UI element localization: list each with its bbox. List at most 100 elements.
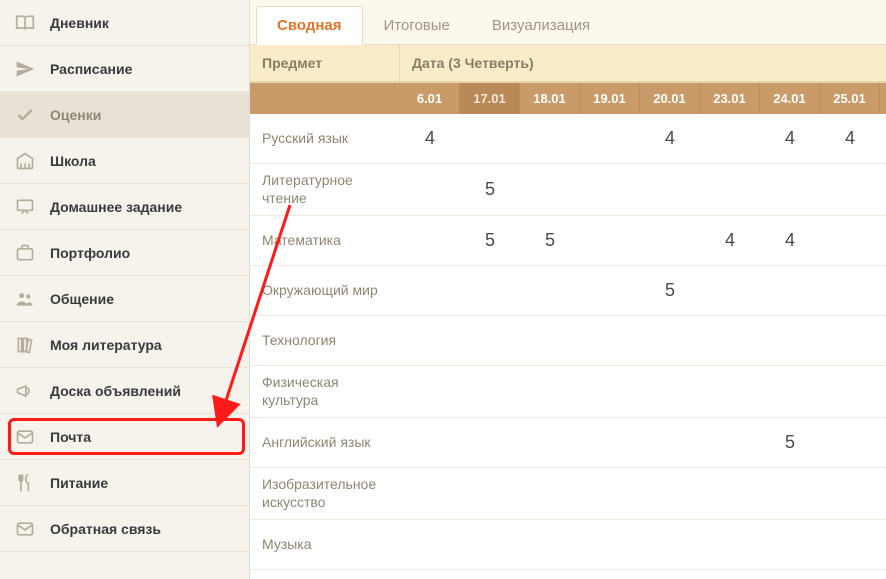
grade-cell[interactable]: [760, 537, 820, 553]
date-header-cell[interactable]: 19.01: [580, 83, 640, 114]
sidebar-item-10[interactable]: Питание: [0, 460, 249, 506]
sidebar-item-3[interactable]: Школа: [0, 138, 249, 184]
sidebar-item-9[interactable]: Почта: [0, 414, 249, 460]
grade-cell[interactable]: [520, 486, 580, 502]
sidebar-item-0[interactable]: Дневник: [0, 0, 249, 46]
grade-cell[interactable]: [520, 131, 580, 147]
grade-cell[interactable]: [460, 131, 520, 147]
grade-cell[interactable]: [640, 384, 700, 400]
sidebar-item-2[interactable]: Оценки: [0, 92, 249, 138]
grade-cell[interactable]: [520, 384, 580, 400]
grade-cell[interactable]: [640, 333, 700, 349]
grade-cell[interactable]: [520, 333, 580, 349]
grade-cell[interactable]: [580, 384, 640, 400]
grade-cell[interactable]: [700, 486, 760, 502]
grade-cell[interactable]: [580, 131, 640, 147]
grade-cell[interactable]: [700, 182, 760, 198]
sidebar-item-11[interactable]: Обратная связь: [0, 506, 249, 552]
sidebar-item-1[interactable]: Расписание: [0, 46, 249, 92]
grade-cell[interactable]: 5: [460, 222, 520, 259]
grade-cell[interactable]: [580, 283, 640, 299]
grade-cell[interactable]: [580, 182, 640, 198]
grade-cell[interactable]: [700, 131, 760, 147]
grade-cell[interactable]: [520, 283, 580, 299]
grade-cell[interactable]: 4: [820, 120, 880, 157]
date-header-cell[interactable]: 20.01: [640, 83, 700, 114]
grade-cell[interactable]: 4: [400, 120, 460, 157]
grade-cell[interactable]: [640, 233, 700, 249]
grade-cell[interactable]: [760, 384, 820, 400]
grade-cell[interactable]: [820, 233, 880, 249]
grade-cell[interactable]: [400, 182, 460, 198]
sidebar-item-label: Дневник: [50, 15, 109, 31]
grade-cell[interactable]: [460, 537, 520, 553]
grade-cell[interactable]: [460, 435, 520, 451]
cutlery-icon: [14, 472, 36, 494]
grade-cell[interactable]: [400, 537, 460, 553]
grade-cell[interactable]: [400, 333, 460, 349]
grade-cell[interactable]: 5: [460, 171, 520, 208]
grade-cell[interactable]: [820, 435, 880, 451]
sidebar-item-label: Расписание: [50, 61, 132, 77]
grade-cell[interactable]: [640, 182, 700, 198]
grade-cell[interactable]: [520, 182, 580, 198]
grade-cell[interactable]: [460, 283, 520, 299]
grade-cell[interactable]: [760, 333, 820, 349]
grade-cell[interactable]: [520, 537, 580, 553]
grade-cell[interactable]: 4: [760, 120, 820, 157]
grade-cell[interactable]: [820, 182, 880, 198]
sidebar-item-8[interactable]: Доска объявлений: [0, 368, 249, 414]
grade-cell[interactable]: [820, 384, 880, 400]
grade-cell[interactable]: 4: [760, 222, 820, 259]
grade-cell[interactable]: [580, 233, 640, 249]
tab-1[interactable]: Итоговые: [363, 6, 471, 44]
grade-cell[interactable]: [820, 283, 880, 299]
sidebar-item-label: Питание: [50, 475, 108, 491]
grade-cell[interactable]: [760, 182, 820, 198]
grade-cell[interactable]: [700, 333, 760, 349]
sidebar-item-6[interactable]: Общение: [0, 276, 249, 322]
sidebar-item-7[interactable]: Моя литература: [0, 322, 249, 368]
grade-cell[interactable]: [640, 537, 700, 553]
grade-cell[interactable]: [820, 333, 880, 349]
grade-cell[interactable]: [400, 435, 460, 451]
tab-0[interactable]: Сводная: [256, 6, 363, 45]
grade-cell[interactable]: [460, 333, 520, 349]
grade-cell[interactable]: [760, 486, 820, 502]
grade-cell[interactable]: [460, 486, 520, 502]
grade-cell[interactable]: [580, 486, 640, 502]
grade-cell[interactable]: [700, 384, 760, 400]
grade-cell[interactable]: [760, 283, 820, 299]
grade-cell[interactable]: 4: [640, 120, 700, 157]
date-header-cell[interactable]: 23.01: [700, 83, 760, 114]
grade-cell[interactable]: [400, 283, 460, 299]
grade-cell[interactable]: [400, 384, 460, 400]
grade-cell[interactable]: [640, 486, 700, 502]
date-header-cell[interactable]: 18.01: [520, 83, 580, 114]
date-header-cell[interactable]: 17.01: [460, 83, 520, 114]
grade-cell[interactable]: 5: [760, 424, 820, 461]
grade-cell[interactable]: [580, 435, 640, 451]
sidebar-item-5[interactable]: Портфолио: [0, 230, 249, 276]
grade-cell[interactable]: [580, 537, 640, 553]
grade-cell[interactable]: [400, 233, 460, 249]
grade-cell[interactable]: [700, 435, 760, 451]
grade-cell[interactable]: [520, 435, 580, 451]
tab-2[interactable]: Визуализация: [471, 6, 611, 44]
grade-cell[interactable]: [700, 283, 760, 299]
grade-cell[interactable]: [820, 537, 880, 553]
grade-cell[interactable]: 5: [520, 222, 580, 259]
grade-cell[interactable]: [640, 435, 700, 451]
board-icon: [14, 196, 36, 218]
grade-cell[interactable]: [580, 333, 640, 349]
grade-cell[interactable]: [400, 486, 460, 502]
date-header-cell[interactable]: 24.01: [760, 83, 820, 114]
grade-cell[interactable]: [460, 384, 520, 400]
sidebar-item-4[interactable]: Домашнее задание: [0, 184, 249, 230]
grade-cell[interactable]: 4: [700, 222, 760, 259]
grade-cell[interactable]: [820, 486, 880, 502]
grade-cell[interactable]: 5: [640, 272, 700, 309]
date-header-cell[interactable]: 6.01: [400, 83, 460, 114]
grade-cell[interactable]: [700, 537, 760, 553]
date-header-cell[interactable]: 25.01: [820, 83, 880, 114]
